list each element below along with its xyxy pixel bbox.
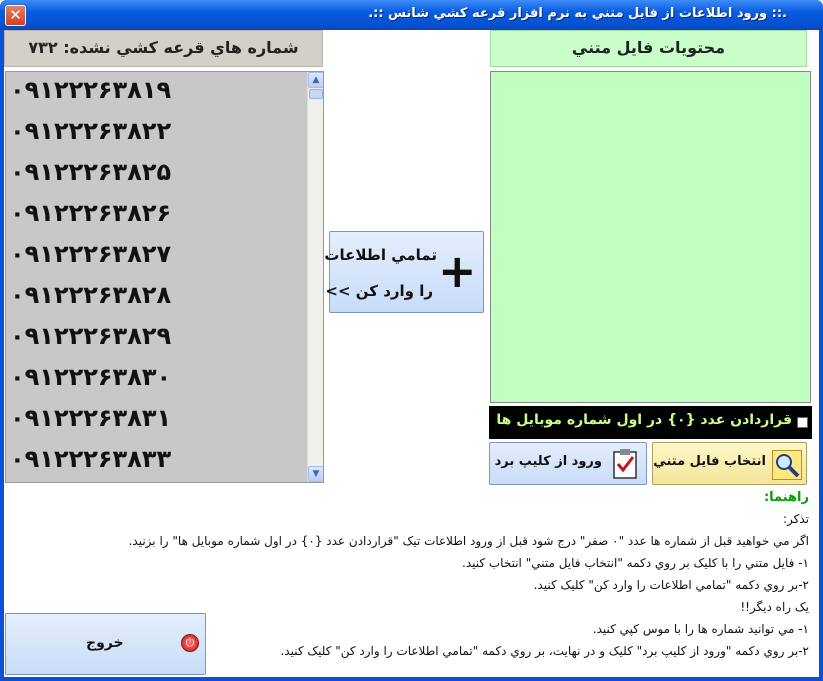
help-line: اگر مي خواهيد قبل از شماره ها عدد "۰ صفر… — [128, 534, 809, 548]
clipboard-check-icon — [612, 448, 638, 480]
list-item[interactable]: ۰۹۱۲۲۲۶۳۸۲۹ — [10, 322, 171, 350]
list-item[interactable]: ۰۹۱۲۲۲۶۳۸۳۰ — [10, 363, 171, 391]
close-icon[interactable]: ✕ — [5, 5, 26, 26]
help-line: ۲-بر روي دكمه "ورود از كليپ برد" كليک و … — [280, 644, 809, 658]
scroll-thumb[interactable] — [309, 89, 323, 99]
scroll-down-icon[interactable]: ▼ — [308, 466, 323, 482]
numbers-listbox[interactable]: ۰۹۱۲۲۲۶۳۸۱۹ ۰۹۱۲۲۲۶۳۸۲۲ ۰۹۱۲۲۲۶۳۸۲۵ ۰۹۱۲۲۲۶… — [5, 71, 324, 483]
list-item[interactable]: ۰۹۱۲۲۲۶۳۸۱۹ — [10, 76, 171, 104]
list-scrollbar[interactable]: ▲ ▼ — [307, 72, 323, 482]
client-area: شماره هاي قرعه كشي نشده: ۷۳۲ ۰۹۱۲۲۲۶۳۸۱۹… — [4, 30, 819, 677]
import-all-button[interactable]: + تمامي اطلاعات را وارد كن >> — [324, 231, 484, 313]
list-item[interactable]: ۰۹۱۲۲۲۶۳۸۳۳ — [10, 445, 171, 473]
choose-file-button[interactable]: انتخاب فايل متني — [652, 442, 807, 485]
import-label-1: تمامي اطلاعات — [324, 246, 437, 264]
leading-zero-label[interactable]: قراردادن عدد {۰} در اول شماره موبايل ها — [496, 412, 792, 428]
list-item[interactable]: ۰۹۱۲۲۲۶۳۸۲۲ — [10, 117, 171, 145]
exit-button[interactable]: خروج ⏻ — [5, 613, 206, 675]
help-line: ۱- مي توانيد شماره ها را با موس كپي كنيد… — [592, 622, 809, 636]
exit-label: خروج — [86, 635, 124, 651]
choose-file-label: انتخاب فايل متني — [653, 454, 766, 469]
list-item[interactable]: ۰۹۱۲۲۲۶۳۸۲۶ — [10, 199, 171, 227]
help-line: يک راه ديگر!! — [740, 600, 809, 614]
title-bar[interactable]: ✕ .:: ورود اطلاعات از فايل متني به نرم ا… — [0, 0, 823, 30]
app-window: ✕ .:: ورود اطلاعات از فايل متني به نرم ا… — [0, 0, 823, 681]
help-line: ۲-بر روي دكمه "تمامي اطلاعات را وارد كن"… — [533, 578, 809, 592]
list-item[interactable]: ۰۹۱۲۲۲۶۳۸۳۱ — [10, 404, 171, 432]
clipboard-label: ورود از كليپ برد — [494, 454, 602, 469]
list-item[interactable]: ۰۹۱۲۲۲۶۳۸۲۸ — [10, 281, 171, 309]
leading-zero-checkbox[interactable] — [797, 417, 808, 428]
plus-icon: + — [438, 244, 477, 298]
clipboard-button[interactable]: ورود از كليپ برد — [489, 442, 647, 485]
help-title: راهنما: — [763, 490, 809, 505]
text-file-header: محتويات فايل متني — [490, 30, 807, 67]
list-item[interactable]: ۰۹۱۲۲۲۶۳۸۲۷ — [10, 240, 171, 268]
numbers-list: ۰۹۱۲۲۲۶۳۸۱۹ ۰۹۱۲۲۲۶۳۸۲۲ ۰۹۱۲۲۲۶۳۸۲۵ ۰۹۱۲۲۲۶… — [6, 72, 308, 482]
scroll-up-icon[interactable]: ▲ — [308, 72, 323, 88]
leading-zero-option: قراردادن عدد {۰} در اول شماره موبايل ها — [489, 406, 812, 439]
window-title: .:: ورود اطلاعات از فايل متني به نرم افز… — [368, 6, 787, 21]
help-line: ۱- فايل متني را با كليک بر روي دكمه "انت… — [462, 556, 809, 570]
import-label-2: را وارد كن >> — [325, 282, 433, 300]
text-file-content[interactable] — [490, 71, 811, 403]
list-item[interactable]: ۰۹۱۲۲۲۶۳۸۲۵ — [10, 158, 171, 186]
power-icon: ⏻ — [181, 634, 199, 652]
unassigned-count-header: شماره هاي قرعه كشي نشده: ۷۳۲ — [4, 30, 323, 67]
help-line: تذكر: — [782, 512, 809, 526]
magnifier-icon — [772, 450, 802, 480]
